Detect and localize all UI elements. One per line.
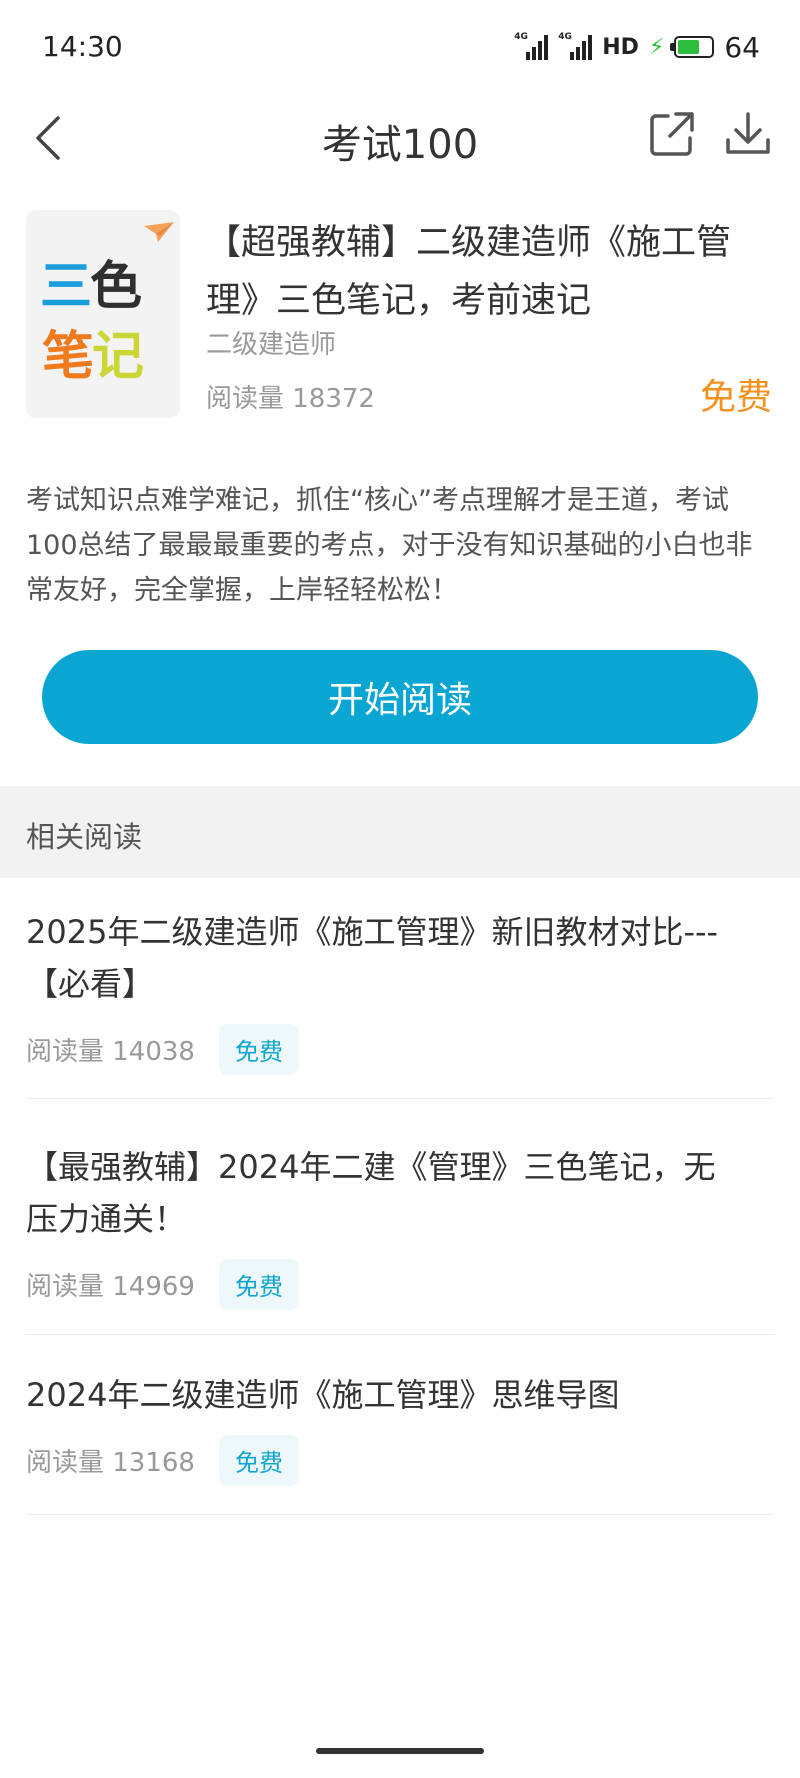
status-indicators: 4G 4G HD ⚡ 64 — [514, 30, 760, 64]
price-label: 免费 — [699, 377, 772, 418]
battery-level: 64 — [724, 30, 760, 64]
status-bar: 14:30 4G 4G HD ⚡ 64 — [0, 0, 800, 92]
list-item[interactable]: 2025年二级建造师《施工管理》新旧教材对比---【必看】 阅读量 14038 … — [26, 878, 774, 1099]
item-title: 2024年二级建造师《施工管理》思维导图 — [26, 1376, 620, 1414]
download-icon — [726, 112, 770, 154]
free-badge: 免费 — [218, 1024, 299, 1075]
item-meta: 阅读量 14969 免费 — [26, 1259, 774, 1310]
read-count: 阅读量 18372 — [206, 384, 375, 414]
book-header: 三色 笔记 【超强教辅】二级建造师《施工管理》三色笔记，考前速记 二级建造师 阅… — [26, 210, 774, 420]
cover-text-line1: 三色 — [40, 257, 142, 317]
list-item[interactable]: 2024年二级建造师《施工管理》思维导图 阅读量 13168 免费 — [26, 1335, 774, 1515]
book-category: 二级建造师 — [206, 330, 337, 360]
home-indicator[interactable] — [316, 1748, 484, 1754]
read-count: 阅读量 14038 — [26, 1037, 195, 1067]
read-count: 阅读量 14969 — [26, 1272, 195, 1302]
read-count: 阅读量 13168 — [26, 1448, 195, 1478]
signal-icon: 4G — [558, 32, 593, 60]
hd-icon: HD — [602, 34, 639, 60]
share-button[interactable] — [644, 106, 700, 162]
related-title: 相关阅读 — [26, 820, 143, 854]
signal-icon: 4G — [514, 32, 549, 60]
battery-icon — [670, 36, 715, 58]
network-type: 4G — [558, 32, 572, 42]
book-cover[interactable]: 三色 笔记 — [26, 210, 180, 418]
paper-plane-icon — [144, 222, 174, 242]
network-type: 4G — [514, 32, 528, 42]
start-reading-button[interactable]: 开始阅读 — [42, 650, 758, 744]
free-badge: 免费 — [218, 1259, 299, 1310]
share-icon — [650, 112, 694, 156]
nav-bar: 考试100 — [0, 92, 800, 188]
related-list: 2025年二级建造师《施工管理》新旧教材对比---【必看】 阅读量 14038 … — [0, 878, 800, 1515]
status-time: 14:30 — [42, 30, 123, 63]
list-item[interactable]: 【最强教辅】2024年二建《管理》三色笔记，无压力通关！ 阅读量 14969 免… — [26, 1099, 774, 1335]
free-badge: 免费 — [218, 1435, 299, 1486]
download-button[interactable] — [720, 106, 776, 162]
related-section-header: 相关阅读 — [0, 786, 800, 878]
charging-icon: ⚡ — [648, 34, 665, 60]
book-title: 【超强教辅】二级建造师《施工管理》三色笔记，考前速记 — [206, 223, 732, 321]
item-title: 【最强教辅】2024年二建《管理》三色笔记，无压力通关！ — [26, 1148, 716, 1238]
cover-text-line2: 笔记 — [42, 327, 144, 387]
book-description: 考试知识点难学难记，抓住“核心”考点理解才是王道，考试100总结了最最最重要的考… — [26, 485, 753, 606]
item-meta: 阅读量 14038 免费 — [26, 1024, 774, 1075]
item-title: 2025年二级建造师《施工管理》新旧教材对比---【必看】 — [26, 913, 719, 1003]
item-meta: 阅读量 13168 免费 — [26, 1435, 774, 1486]
